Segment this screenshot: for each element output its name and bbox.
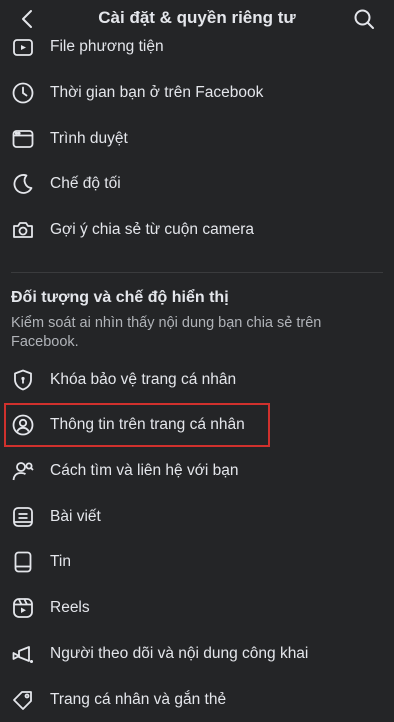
stories-icon [11, 550, 35, 574]
search-icon[interactable] [352, 7, 376, 31]
menu-item-label: Khóa bảo vệ trang cá nhân [50, 371, 237, 388]
settings-list: File phương tiện Thời gian bạn ở trên Fa… [0, 0, 394, 710]
posts-icon [11, 505, 35, 529]
menu-item-label: Trang cá nhân và gắn thẻ [50, 691, 227, 708]
menu-item-camera-roll-suggestions[interactable]: Gợi ý chia sẻ từ cuộn camera [0, 208, 394, 252]
menu-item-profile-lock[interactable]: Khóa bảo vệ trang cá nhân [0, 358, 394, 402]
camera-icon [11, 218, 35, 242]
section-title: Đối tượng và chế độ hiển thị [11, 289, 229, 306]
menu-item-label: Chế độ tối [50, 175, 121, 192]
section-description: Kiểm soát ai nhìn thấy nội dung bạn chia… [11, 315, 322, 350]
highlight-frame [4, 403, 270, 447]
section-divider [11, 272, 383, 273]
menu-item-label: Reels [50, 599, 90, 616]
menu-item-label: Thời gian bạn ở trên Facebook [50, 84, 264, 101]
reels-icon [11, 596, 35, 620]
menu-item-stories[interactable]: Tin [0, 540, 394, 584]
menu-item-label: File phương tiện [50, 38, 164, 55]
menu-item-browser[interactable]: Trình duyệt [0, 117, 394, 161]
browser-icon [11, 127, 35, 151]
top-app-bar: Cài đặt & quyền riêng tư [0, 0, 394, 38]
page-title: Cài đặt & quyền riêng tư [98, 8, 296, 27]
menu-item-label: Gợi ý chia sẻ từ cuộn camera [50, 221, 255, 238]
menu-item-label: Người theo dõi và nội dung công khai [50, 645, 309, 662]
clock-icon [11, 81, 35, 105]
shield-lock-icon [11, 368, 35, 392]
menu-item-time-on-facebook[interactable]: Thời gian bạn ở trên Facebook [0, 71, 394, 115]
menu-item-reels[interactable]: Reels [0, 586, 394, 630]
followers-icon [11, 642, 35, 666]
find-people-icon [11, 459, 35, 483]
menu-item-dark-mode[interactable]: Chế độ tối [0, 162, 394, 206]
menu-item-followers-public-content[interactable]: Người theo dõi và nội dung công khai [0, 632, 394, 676]
moon-icon [11, 172, 35, 196]
menu-item-label: Trình duyệt [50, 130, 128, 147]
menu-item-label: Tin [50, 553, 71, 570]
tag-icon [11, 688, 35, 712]
menu-item-profile-and-tagging[interactable]: Trang cá nhân và gắn thẻ [0, 678, 394, 722]
menu-item-posts[interactable]: Bài viết [0, 495, 394, 539]
menu-item-label: Cách tìm và liên hệ với bạn [50, 462, 239, 479]
menu-item-find-and-contact[interactable]: Cách tìm và liên hệ với bạn [0, 449, 394, 493]
media-file-icon [11, 35, 35, 59]
menu-item-label: Bài viết [50, 508, 101, 525]
